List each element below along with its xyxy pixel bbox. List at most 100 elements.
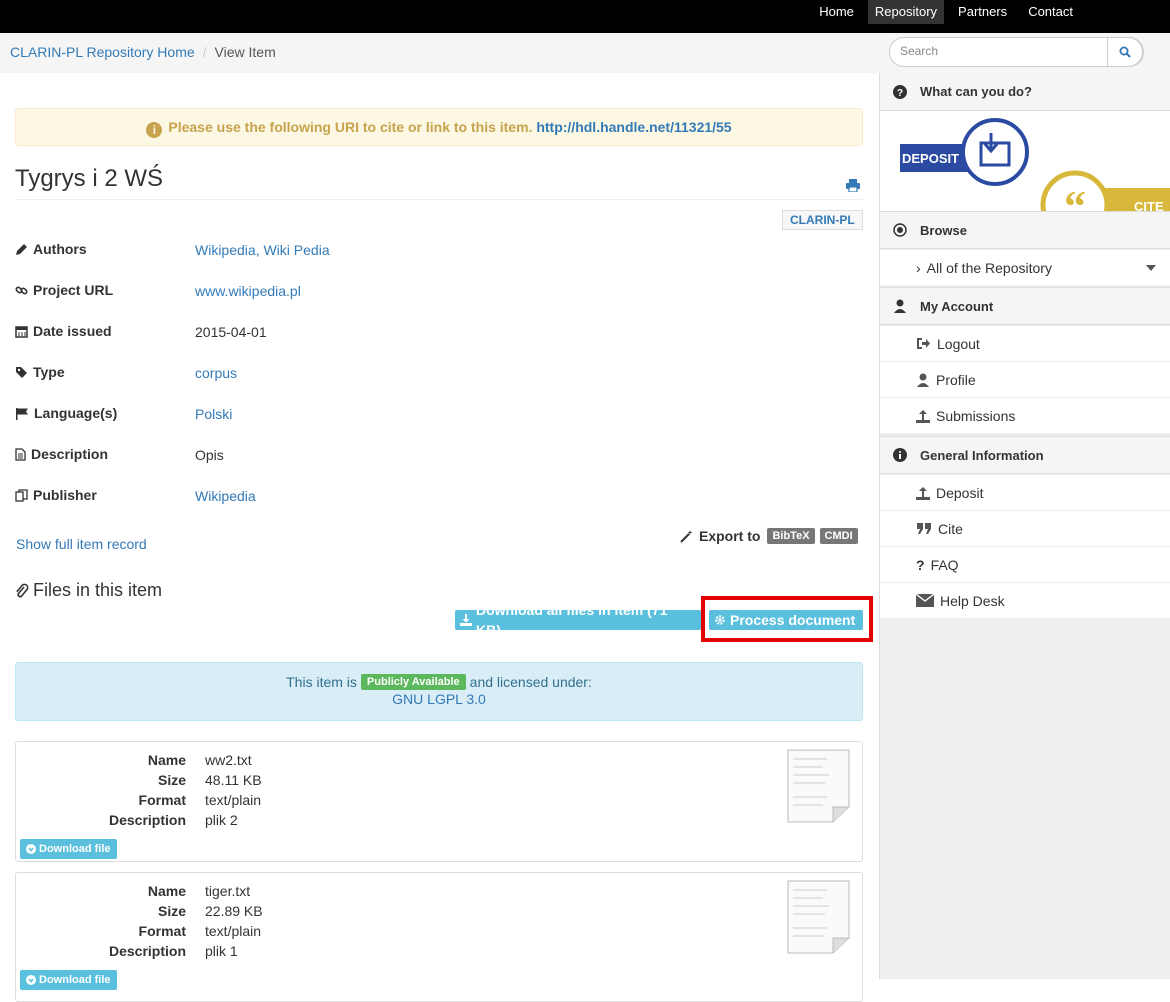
export-group: Export to BibTeX CMDI xyxy=(680,528,858,544)
target-icon xyxy=(893,223,907,237)
export-cmdi-button[interactable]: CMDI xyxy=(819,528,858,544)
nav-partners[interactable]: Partners xyxy=(951,0,1014,24)
sidebar: ? What can you do? DEPOSIT CITE “ Browse… xyxy=(879,73,1170,979)
license-suffix: and licensed under: xyxy=(469,674,592,690)
export-label: Export to xyxy=(699,528,761,544)
file-format: text/plain xyxy=(205,792,262,808)
file-description: plik 1 xyxy=(205,943,238,959)
nav-contact[interactable]: Contact xyxy=(1021,0,1080,24)
title-divider xyxy=(15,199,863,200)
file-card: Name ww2.txt Size 48.11 KB Format text/plai… xyxy=(15,741,863,862)
date-issued-value: 2015-04-01 xyxy=(195,324,267,340)
field-label: Authors xyxy=(15,241,87,257)
sidebar-item-faq[interactable]: ? FAQ xyxy=(880,547,1170,583)
type-link[interactable]: corpus xyxy=(195,365,237,381)
publisher-link[interactable]: Wikipedia xyxy=(195,488,256,504)
download-all-button[interactable]: Download all files in item (71 KB) xyxy=(455,602,701,638)
authors-link[interactable]: Wikipedia, Wiki Pedia xyxy=(195,242,330,258)
sidebar-item-deposit[interactable]: Deposit xyxy=(880,475,1170,511)
license-prefix: This item is xyxy=(286,674,357,690)
envelope-icon xyxy=(916,594,934,607)
field-description: Description Opis xyxy=(15,446,863,466)
sidebar-item-cite[interactable]: Cite xyxy=(880,511,1170,547)
search-input[interactable] xyxy=(900,44,1100,58)
deposit-cite-logos[interactable]: DEPOSIT CITE “ xyxy=(880,111,1170,240)
field-label: Description xyxy=(15,446,108,462)
breadcrumb: CLARIN-PL Repository Home / View Item xyxy=(10,44,276,60)
document-icon xyxy=(15,447,26,461)
quote-icon xyxy=(917,523,931,534)
file-format: text/plain xyxy=(205,923,262,939)
field-label: Type xyxy=(15,364,65,380)
upload-icon xyxy=(916,486,930,500)
file-size-label: Size xyxy=(157,903,186,919)
item-title: Tygrys i 2 WŚ xyxy=(15,165,164,192)
cite-uri-link[interactable]: http://hdl.handle.net/11321/55 xyxy=(536,119,731,135)
user-icon xyxy=(917,373,929,387)
sidebar-what-header: ? What can you do? xyxy=(880,73,1170,111)
license-alert: This item is Publicly Available and licens… xyxy=(15,662,863,721)
file-format-label: Format xyxy=(138,923,186,939)
file-size-label: Size xyxy=(157,772,186,788)
file-card: Name tiger.txt Size 22.89 KB Format text/pl… xyxy=(15,872,863,1002)
field-publisher: Publisher Wikipedia xyxy=(15,487,863,507)
question-icon: ? xyxy=(916,556,925,573)
file-name: tiger.txt xyxy=(205,883,251,899)
sidebar-item-help-desk[interactable]: Help Desk xyxy=(880,583,1170,619)
copy-icon xyxy=(15,488,28,502)
link-icon xyxy=(15,285,28,295)
download-icon xyxy=(460,614,472,626)
field-languages: Language(s) Polski xyxy=(15,405,863,425)
info-icon: i xyxy=(146,122,163,138)
magic-wand-icon xyxy=(680,530,693,543)
caret-down-icon xyxy=(1146,265,1156,271)
download-circle-icon xyxy=(26,844,36,854)
download-file-button[interactable]: Download file xyxy=(20,839,117,859)
field-project-url: Project URL www.wikipedia.pl xyxy=(15,282,863,302)
export-bibtex-button[interactable]: BibTeX xyxy=(767,528,815,544)
field-date-issued: Date issued 2015-04-01 xyxy=(15,323,863,343)
field-label: Project URL xyxy=(15,282,113,298)
print-icon[interactable] xyxy=(846,179,860,192)
chevron-right-icon: › xyxy=(916,259,921,276)
nav-home[interactable]: Home xyxy=(812,0,861,24)
paperclip-icon xyxy=(16,583,29,597)
tag-icon xyxy=(16,366,27,378)
description-value: Opis xyxy=(195,447,224,463)
sidebar-item-logout[interactable]: Logout xyxy=(880,326,1170,362)
cite-logo-text: CITE xyxy=(1134,199,1164,211)
public-badge: Publicly Available xyxy=(360,674,466,690)
file-name-label: Name xyxy=(147,883,186,899)
breadcrumb-home-link[interactable]: CLARIN-PL Repository Home xyxy=(10,44,195,60)
search-button[interactable] xyxy=(1107,37,1143,67)
nav-repository[interactable]: Repository xyxy=(867,0,945,24)
text-file-thumbnail[interactable] xyxy=(787,749,850,823)
highlight-box xyxy=(701,596,873,642)
flag-icon xyxy=(16,407,28,420)
text-file-thumbnail[interactable] xyxy=(787,880,850,954)
info-circle-icon xyxy=(893,448,907,462)
question-circle-icon: ? xyxy=(893,84,907,99)
sidebar-item-profile[interactable]: Profile xyxy=(880,362,1170,398)
show-full-record-link[interactable]: Show full item record xyxy=(16,536,147,552)
download-circle-icon xyxy=(26,975,36,985)
sidebar-item-submissions[interactable]: Submissions xyxy=(880,398,1170,434)
user-icon xyxy=(894,299,906,313)
sidebar-general-header: General Information xyxy=(880,436,1170,474)
upload-icon xyxy=(916,409,930,423)
field-label: Language(s) xyxy=(15,405,117,421)
project-url-link[interactable]: www.wikipedia.pl xyxy=(195,283,301,299)
file-name-label: Name xyxy=(147,752,186,768)
collection-badge[interactable]: CLARIN-PL xyxy=(782,210,863,230)
deposit-logo-text: DEPOSIT xyxy=(902,151,959,166)
sidebar-item-all-repository[interactable]: › All of the Repository xyxy=(880,250,1170,286)
svg-text:“: “ xyxy=(1064,182,1086,211)
license-link[interactable]: GNU LGPL 3.0 xyxy=(16,691,862,707)
field-authors: Authors Wikipedia, Wiki Pedia xyxy=(15,241,863,261)
search-icon xyxy=(1119,46,1131,58)
download-file-button[interactable]: Download file xyxy=(20,970,117,990)
language-link[interactable]: Polski xyxy=(195,406,232,422)
file-size: 22.89 KB xyxy=(205,903,263,919)
field-type: Type corpus xyxy=(15,364,863,384)
pencil-icon xyxy=(16,243,27,255)
